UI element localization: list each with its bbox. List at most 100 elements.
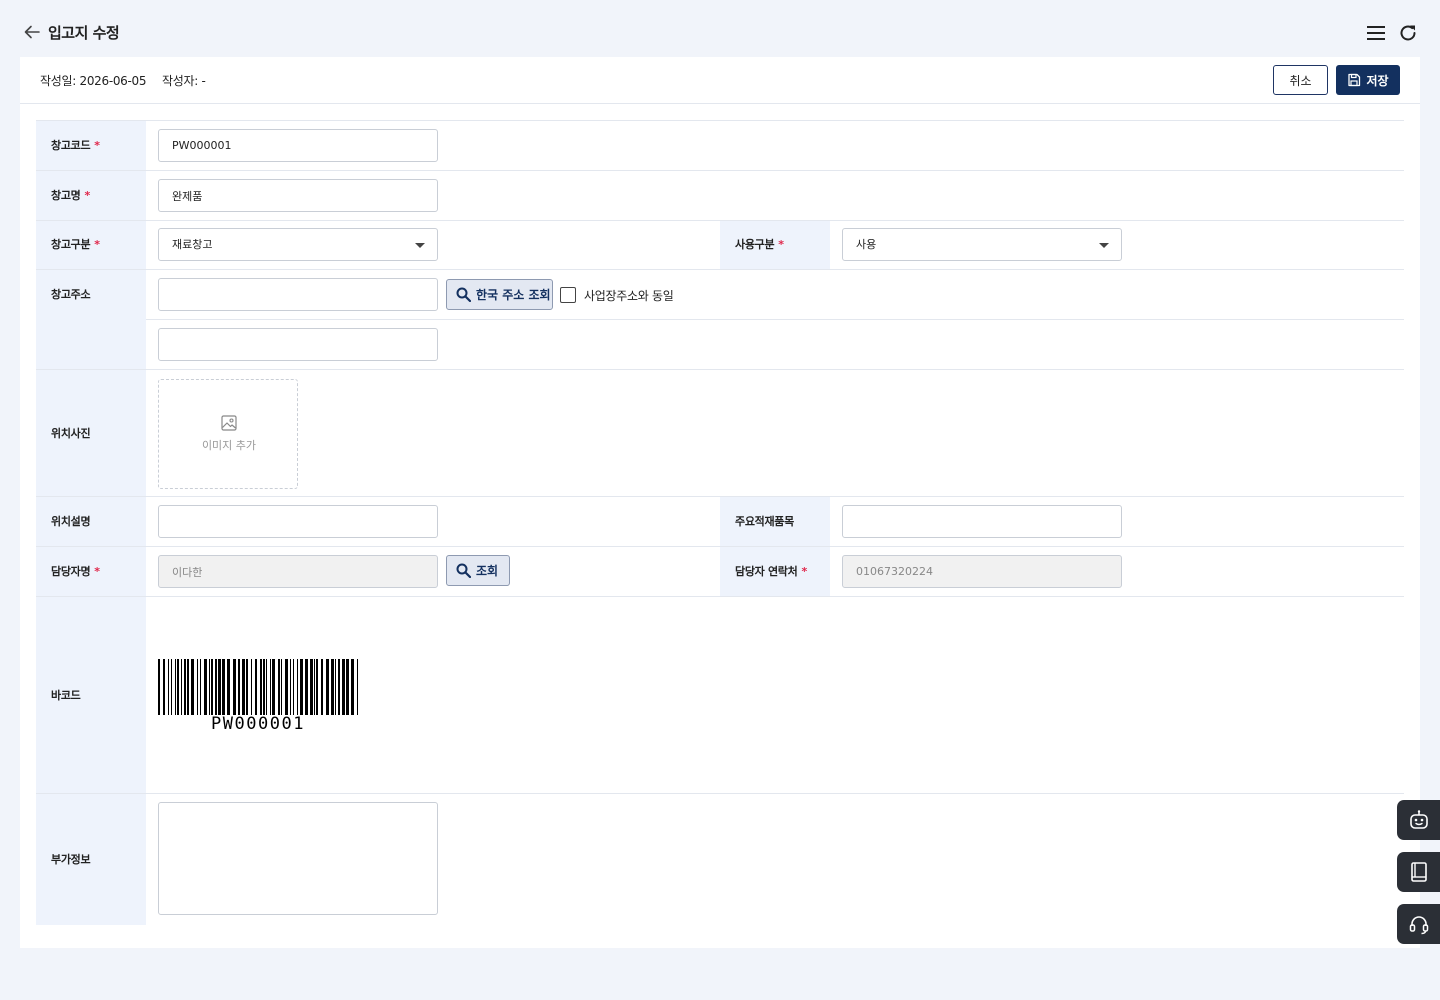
location-desc-input[interactable] [158,505,438,538]
barcode-bar [246,659,248,715]
barcode-bar [163,659,165,715]
row-warehouse-name: 창고명 * [36,171,1404,221]
required-mark: * [94,139,100,152]
created-date: 작성일: 2026-06-05 [40,74,147,88]
arrow-left-icon[interactable] [22,22,42,42]
label-usage-type: 사용구분 * [735,238,784,251]
manager-search-label: 조회 [476,564,499,578]
barcode-bar [290,659,291,715]
add-image-label: 이미지 추가 [201,439,257,452]
barcode-bar [233,659,236,715]
row-address: 창고주소 한국 주소 조회 사업장주소와 동일 [36,270,1404,370]
barcode-bar [278,659,280,715]
barcode-bar [171,659,172,715]
barcode-bar [191,659,194,715]
magnifier-icon [456,287,471,302]
row-barcode: 바코드 PW000001 [36,597,1404,794]
barcode-bar [263,659,265,715]
label-warehouse-code: 창고코드 * [51,139,100,152]
row-warehouse-code: 창고코드 * [36,121,1404,171]
barcode-bar [335,659,336,715]
barcode-bar [326,659,329,715]
add-image-box[interactable]: 이미지 추가 [158,379,298,489]
label-main-items: 주요적재품목 [735,515,794,528]
address-search-button[interactable]: 한국 주소 조회 [446,279,553,310]
save-button[interactable]: 저장 [1336,65,1400,95]
row-extra-info: 부가정보 [36,794,1404,925]
row-manager: 담당자명* 조회 담당자 연락처* [36,547,1404,597]
barcode-bar [357,659,358,715]
same-as-business-checkbox[interactable] [560,287,576,303]
barcode-bar [297,659,298,715]
label-address: 창고주소 [51,288,91,301]
save-button-label: 저장 [1366,73,1389,88]
row-warehouse-type: 창고구분 * 재료창고 사용구분 * 사용 [36,221,1404,270]
usage-type-select[interactable]: 사용 [842,228,1122,261]
divider [146,319,1404,320]
manager-search-button[interactable]: 조회 [446,555,510,586]
page-title: 입고지 수정 [48,24,120,42]
barcode-bar [184,659,186,715]
chatbot-button[interactable] [1397,800,1440,840]
author: 작성자: - [162,74,206,88]
barcode-bar [204,659,207,715]
barcode-bar [227,659,230,715]
manual-button[interactable] [1397,852,1440,892]
label-cell: 사용구분 * [720,221,830,269]
label-manager-contact: 담당자 연락처 * [735,565,807,578]
address-line1-input[interactable] [158,278,438,311]
label-warehouse-name: 창고명 * [51,189,90,202]
support-button[interactable] [1397,904,1440,944]
label-cell: 주요적재품목 [720,497,830,546]
required-mark: * [84,189,90,202]
warehouse-type-select[interactable]: 재료창고 [158,228,438,261]
barcode-bar [251,659,252,715]
row-location-photo: 위치사진 이미지 추가 [36,370,1404,497]
label-cell: 창고주소 [36,270,146,369]
label-barcode: 바코드 [51,689,81,702]
label-cell: 창고코드 * [36,121,146,170]
barcode-bar [270,659,271,715]
address-line2-input[interactable] [158,328,438,361]
label-cell: 창고명 * [36,171,146,220]
barcode-bar [215,659,217,715]
manager-contact-input[interactable] [842,555,1122,588]
label-cell: 바코드 [36,597,146,793]
required-mark: * [94,238,100,251]
floppy-disk-icon [1348,73,1361,87]
main-items-input[interactable] [842,505,1122,538]
extra-info-textarea[interactable] [158,802,438,915]
barcode-bar [266,659,267,715]
barcode-bar [200,659,201,715]
barcode-bar [181,659,182,715]
required-mark: * [801,565,807,578]
barcode-bar [346,659,349,715]
warehouse-form: 창고코드* 창고명* 창고구분* 재료창고 사용구분* 사용 [36,120,1404,925]
address-search-label: 한국 주소 조회 [476,288,551,302]
barcode-bar [338,659,340,715]
manager-name-input[interactable] [158,555,438,588]
required-mark: * [94,565,100,578]
barcode-bar [197,659,198,715]
barcode-bar [314,659,315,715]
label-cell: 창고구분 * [36,221,146,269]
label-cell: 위치설명 [36,497,146,546]
robot-icon [1409,810,1428,829]
book-icon [1410,862,1427,882]
form-card: 작성일: 2026-06-05 작성자: - 취소 저장 창고코드* 창고명* [20,57,1420,948]
hamburger-menu-icon[interactable] [1366,24,1386,42]
caret-down-icon [1099,243,1109,248]
barcode-bar [211,659,213,715]
barcode-image: PW000001 [158,659,358,734]
barcode-bar [187,659,189,715]
cancel-button[interactable]: 취소 [1273,65,1328,95]
label-cell: 부가정보 [36,794,146,925]
barcode-bar [209,659,210,715]
refresh-icon[interactable] [1398,23,1418,43]
warehouse-code-input[interactable] [158,129,438,162]
barcode-bar [351,659,354,715]
label-location-desc: 위치설명 [51,515,91,528]
barcode-bar [158,659,160,715]
usage-type-value: 사용 [856,238,877,251]
warehouse-name-input[interactable] [158,179,438,212]
